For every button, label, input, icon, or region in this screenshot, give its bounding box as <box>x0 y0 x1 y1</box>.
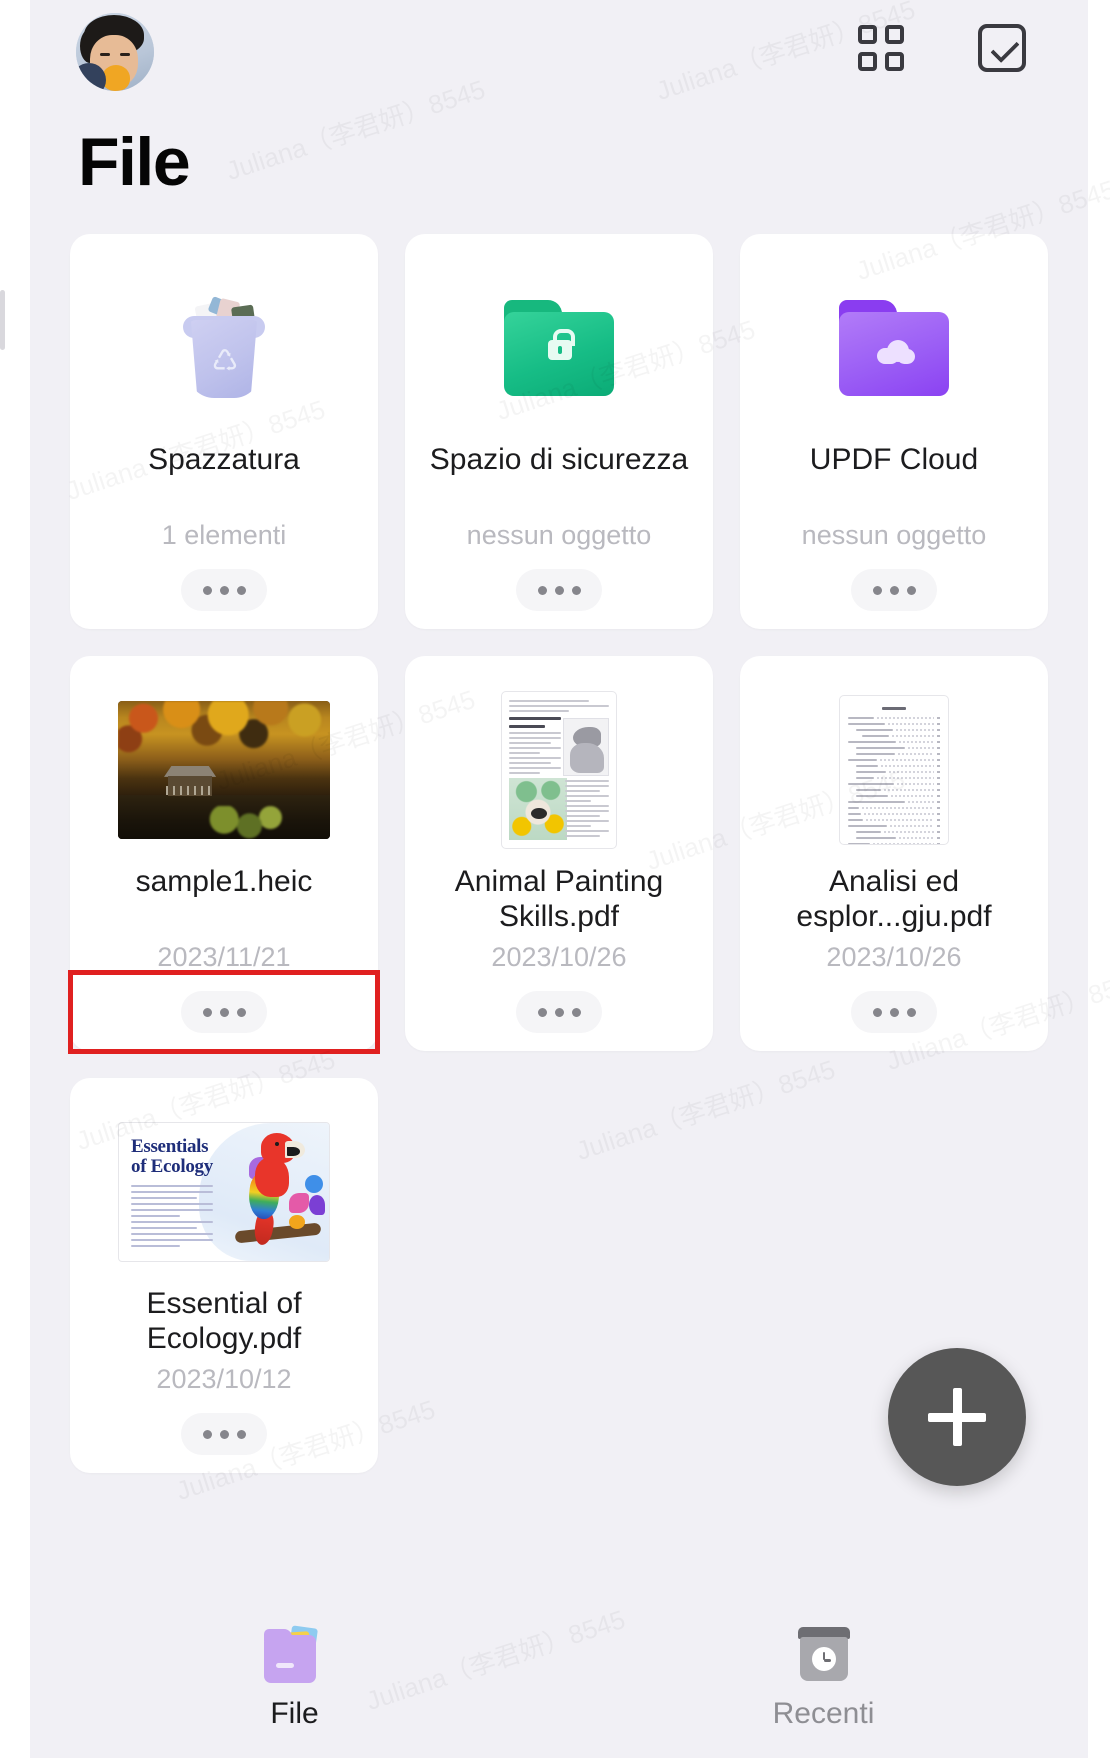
flower-photo <box>509 778 567 840</box>
more-options-row <box>405 973 713 1051</box>
app-window: File ♺ Spazzatura 1 elementi Spazio di s… <box>0 0 1110 1758</box>
nav-label-recenti: Recenti <box>772 1697 875 1730</box>
page-title: File <box>78 124 191 200</box>
card-title: Animal Painting Skills.pdf <box>454 865 664 934</box>
avatar-eye-right <box>120 53 130 56</box>
parrot-illustration <box>241 1133 307 1247</box>
app-header <box>30 0 1088 110</box>
folder-icon <box>263 1625 326 1683</box>
grid-view-button[interactable] <box>858 25 904 71</box>
add-file-button[interactable] <box>888 1348 1026 1486</box>
avatar[interactable] <box>76 13 154 91</box>
dog-sketch <box>563 718 609 776</box>
plus-icon <box>928 1388 986 1446</box>
thumbnail <box>405 258 713 438</box>
card-title: Analisi ed esplor...gju.pdf <box>796 865 992 934</box>
more-options-button[interactable] <box>851 991 937 1033</box>
volume-button <box>0 290 5 350</box>
avatar-eye-left <box>100 53 110 56</box>
grid-view-icon <box>858 25 904 71</box>
header-actions <box>858 0 1088 96</box>
locked-folder-icon <box>504 300 614 396</box>
thumbnail <box>740 680 1048 860</box>
card-subtitle: 2023/11/21 <box>157 942 291 972</box>
avatar-food <box>102 65 130 91</box>
checkbox-check-icon <box>978 24 1026 72</box>
file-card-ecology[interactable]: Essentials of Ecology Essential of Ecolo… <box>70 1078 378 1473</box>
file-grid: ♺ Spazzatura 1 elementi Spazio di sicure… <box>30 234 1088 1473</box>
more-options-row <box>740 551 1048 629</box>
card-title: UPDF Cloud <box>809 443 979 476</box>
screen: File ♺ Spazzatura 1 elementi Spazio di s… <box>30 0 1110 1758</box>
thumbnail <box>405 680 713 860</box>
device-left-edge <box>0 0 30 1758</box>
thumbnail <box>740 258 1048 438</box>
pdf-thumbnail-animal <box>501 691 617 849</box>
card-title: Spazzatura <box>148 443 300 476</box>
file-card-sample1[interactable]: sample1.heic 2023/11/21 <box>68 656 380 1054</box>
pdf-thumbnail-analisi <box>839 695 949 845</box>
card-title: Essential of Ecology.pdf <box>146 1287 302 1356</box>
file-card-updf-cloud[interactable]: UPDF Cloud nessun oggetto <box>740 234 1048 629</box>
more-options-button[interactable] <box>516 991 602 1033</box>
image-thumbnail <box>118 701 330 839</box>
ecology-cover-title: Essentials of Ecology <box>131 1136 213 1178</box>
clock-icon <box>796 1627 852 1683</box>
thumbnail: Essentials of Ecology <box>70 1102 378 1282</box>
more-options-button[interactable] <box>516 569 602 611</box>
card-subtitle: 2023/10/26 <box>491 942 627 972</box>
card-subtitle: nessun oggetto <box>466 520 652 550</box>
file-card-secure-space[interactable]: Spazio di sicurezza nessun oggetto <box>405 234 713 629</box>
more-options-row <box>405 551 713 629</box>
cloud-icon <box>877 340 915 364</box>
card-title: Spazio di sicurezza <box>429 443 689 476</box>
thumbnail: ♺ <box>70 258 378 438</box>
file-card-analisi[interactable]: Analisi ed esplor...gju.pdf 2023/10/26 <box>740 656 1048 1051</box>
device-right-edge <box>1088 0 1110 1758</box>
more-options-row-highlighted <box>68 970 380 1054</box>
nav-item-file[interactable]: File <box>30 1600 559 1758</box>
more-options-row <box>70 1395 378 1473</box>
more-options-row <box>70 551 378 629</box>
pdf-thumbnail-ecology: Essentials of Ecology <box>118 1122 330 1262</box>
select-mode-button[interactable] <box>978 24 1026 72</box>
thumbnail <box>70 680 378 860</box>
card-subtitle: 1 elementi <box>161 520 287 550</box>
card-subtitle: 2023/10/12 <box>156 1364 292 1394</box>
card-subtitle: nessun oggetto <box>801 520 987 550</box>
cloud-folder-icon <box>839 300 949 396</box>
nav-label-file: File <box>270 1697 319 1730</box>
file-card-animal-painting[interactable]: Animal Painting Skills.pdf 2023/10/26 <box>405 656 713 1051</box>
lock-icon <box>548 329 575 360</box>
card-subtitle: 2023/10/26 <box>826 942 962 972</box>
more-options-button[interactable] <box>851 569 937 611</box>
more-options-button[interactable] <box>181 991 267 1033</box>
more-options-button[interactable] <box>181 1413 267 1455</box>
more-options-row <box>740 973 1048 1051</box>
card-title: sample1.heic <box>135 865 313 898</box>
nav-item-recenti[interactable]: Recenti <box>559 1600 1088 1758</box>
more-options-button[interactable] <box>181 569 267 611</box>
file-card-trash[interactable]: ♺ Spazzatura 1 elementi <box>70 234 378 629</box>
bottom-navigation: File Recenti <box>30 1600 1088 1758</box>
trash-icon: ♺ <box>174 294 274 402</box>
